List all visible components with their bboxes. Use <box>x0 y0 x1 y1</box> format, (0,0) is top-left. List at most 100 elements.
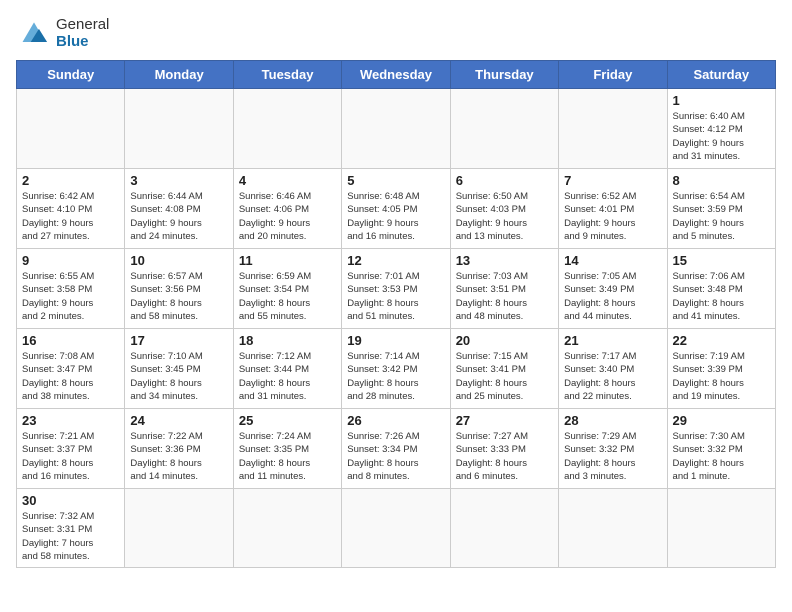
day-number: 11 <box>239 253 336 268</box>
calendar-cell <box>233 89 341 169</box>
calendar-cell <box>125 89 233 169</box>
day-number: 10 <box>130 253 227 268</box>
calendar-cell <box>667 489 775 568</box>
day-info: Sunrise: 6:57 AM Sunset: 3:56 PM Dayligh… <box>130 270 227 323</box>
logo: General Blue <box>16 16 109 50</box>
calendar-cell: 27 Sunrise: 7:27 AM Sunset: 3:33 PM Dayli… <box>450 409 558 489</box>
day-number: 9 <box>22 253 119 268</box>
day-info: Sunrise: 6:44 AM Sunset: 4:08 PM Dayligh… <box>130 190 227 243</box>
day-info: Sunrise: 6:59 AM Sunset: 3:54 PM Dayligh… <box>239 270 336 323</box>
calendar-cell <box>450 89 558 169</box>
day-number: 30 <box>22 493 119 508</box>
weekday-header-sunday: Sunday <box>17 61 125 89</box>
calendar-cell: 7Sunrise: 6:52 AM Sunset: 4:01 PM Daylig… <box>559 169 667 249</box>
day-number: 25 <box>239 413 336 428</box>
weekday-header-monday: Monday <box>125 61 233 89</box>
calendar-cell: 11 Sunrise: 6:59 AM Sunset: 3:54 PM Dayli… <box>233 249 341 329</box>
calendar-cell <box>559 489 667 568</box>
day-number: 28 <box>564 413 661 428</box>
day-info: Sunrise: 6:42 AM Sunset: 4:10 PM Dayligh… <box>22 190 119 243</box>
day-info: Sunrise: 7:17 AM Sunset: 3:40 PM Dayligh… <box>564 350 661 403</box>
day-number: 4 <box>239 173 336 188</box>
day-number: 13 <box>456 253 553 268</box>
calendar-cell: 24 Sunrise: 7:22 AM Sunset: 3:36 PM Dayli… <box>125 409 233 489</box>
day-number: 27 <box>456 413 553 428</box>
day-number: 16 <box>22 333 119 348</box>
calendar-cell: 13Sunrise: 7:03 AM Sunset: 3:51 PM Dayli… <box>450 249 558 329</box>
calendar-cell: 21 Sunrise: 7:17 AM Sunset: 3:40 PM Dayli… <box>559 329 667 409</box>
calendar-cell: 19 Sunrise: 7:14 AM Sunset: 3:42 PM Dayli… <box>342 329 450 409</box>
calendar-cell: 17 Sunrise: 7:10 AM Sunset: 3:45 PM Dayli… <box>125 329 233 409</box>
day-number: 26 <box>347 413 444 428</box>
day-info: Sunrise: 7:21 AM Sunset: 3:37 PM Dayligh… <box>22 430 119 483</box>
calendar-cell: 25 Sunrise: 7:24 AM Sunset: 3:35 PM Dayli… <box>233 409 341 489</box>
calendar-cell: 10 Sunrise: 6:57 AM Sunset: 3:56 PM Dayli… <box>125 249 233 329</box>
day-number: 1 <box>673 93 770 108</box>
day-number: 15 <box>673 253 770 268</box>
day-number: 17 <box>130 333 227 348</box>
calendar-week-row: 23 Sunrise: 7:21 AM Sunset: 3:37 PM Dayli… <box>17 409 776 489</box>
day-info: Sunrise: 7:19 AM Sunset: 3:39 PM Dayligh… <box>673 350 770 403</box>
day-info: Sunrise: 7:22 AM Sunset: 3:36 PM Dayligh… <box>130 430 227 483</box>
day-info: Sunrise: 6:52 AM Sunset: 4:01 PM Dayligh… <box>564 190 661 243</box>
calendar-week-row: 30 Sunrise: 7:32 AM Sunset: 3:31 PM Dayli… <box>17 489 776 568</box>
day-info: Sunrise: 7:30 AM Sunset: 3:32 PM Dayligh… <box>673 430 770 483</box>
day-info: Sunrise: 6:54 AM Sunset: 3:59 PM Dayligh… <box>673 190 770 243</box>
calendar-cell <box>450 489 558 568</box>
day-number: 3 <box>130 173 227 188</box>
calendar-cell <box>342 89 450 169</box>
day-info: Sunrise: 6:50 AM Sunset: 4:03 PM Dayligh… <box>456 190 553 243</box>
day-info: Sunrise: 7:27 AM Sunset: 3:33 PM Dayligh… <box>456 430 553 483</box>
day-number: 20 <box>456 333 553 348</box>
day-info: Sunrise: 7:32 AM Sunset: 3:31 PM Dayligh… <box>22 510 119 563</box>
weekday-header-thursday: Thursday <box>450 61 558 89</box>
day-info: Sunrise: 6:48 AM Sunset: 4:05 PM Dayligh… <box>347 190 444 243</box>
day-number: 23 <box>22 413 119 428</box>
calendar-cell <box>125 489 233 568</box>
day-info: Sunrise: 7:08 AM Sunset: 3:47 PM Dayligh… <box>22 350 119 403</box>
calendar-cell: 12 Sunrise: 7:01 AM Sunset: 3:53 PM Dayli… <box>342 249 450 329</box>
calendar-cell: 14Sunrise: 7:05 AM Sunset: 3:49 PM Dayli… <box>559 249 667 329</box>
calendar-cell <box>342 489 450 568</box>
calendar-cell: 15Sunrise: 7:06 AM Sunset: 3:48 PM Dayli… <box>667 249 775 329</box>
day-info: Sunrise: 7:24 AM Sunset: 3:35 PM Dayligh… <box>239 430 336 483</box>
calendar-cell: 6 Sunrise: 6:50 AM Sunset: 4:03 PM Daylig… <box>450 169 558 249</box>
calendar-cell: 22 Sunrise: 7:19 AM Sunset: 3:39 PM Dayli… <box>667 329 775 409</box>
day-number: 6 <box>456 173 553 188</box>
calendar-cell <box>17 89 125 169</box>
calendar-cell <box>233 489 341 568</box>
calendar-cell: 26 Sunrise: 7:26 AM Sunset: 3:34 PM Dayli… <box>342 409 450 489</box>
day-number: 22 <box>673 333 770 348</box>
calendar-week-row: 9Sunrise: 6:55 AM Sunset: 3:58 PM Daylig… <box>17 249 776 329</box>
logo-text: General Blue <box>56 16 109 50</box>
day-number: 21 <box>564 333 661 348</box>
calendar-cell: 20Sunrise: 7:15 AM Sunset: 3:41 PM Dayli… <box>450 329 558 409</box>
calendar-cell: 9Sunrise: 6:55 AM Sunset: 3:58 PM Daylig… <box>17 249 125 329</box>
page-header: General Blue <box>16 16 776 50</box>
calendar-cell <box>559 89 667 169</box>
calendar-cell: 4Sunrise: 6:46 AM Sunset: 4:06 PM Daylig… <box>233 169 341 249</box>
day-info: Sunrise: 7:01 AM Sunset: 3:53 PM Dayligh… <box>347 270 444 323</box>
day-info: Sunrise: 7:14 AM Sunset: 3:42 PM Dayligh… <box>347 350 444 403</box>
calendar-week-row: 16 Sunrise: 7:08 AM Sunset: 3:47 PM Dayli… <box>17 329 776 409</box>
day-number: 29 <box>673 413 770 428</box>
day-info: Sunrise: 7:05 AM Sunset: 3:49 PM Dayligh… <box>564 270 661 323</box>
calendar-cell: 2Sunrise: 6:42 AM Sunset: 4:10 PM Daylig… <box>17 169 125 249</box>
day-number: 19 <box>347 333 444 348</box>
day-info: Sunrise: 7:26 AM Sunset: 3:34 PM Dayligh… <box>347 430 444 483</box>
day-info: Sunrise: 7:10 AM Sunset: 3:45 PM Dayligh… <box>130 350 227 403</box>
day-number: 24 <box>130 413 227 428</box>
weekday-header-saturday: Saturday <box>667 61 775 89</box>
calendar-cell: 18Sunrise: 7:12 AM Sunset: 3:44 PM Dayli… <box>233 329 341 409</box>
calendar-cell: 1Sunrise: 6:40 AM Sunset: 4:12 PM Daylig… <box>667 89 775 169</box>
weekday-header-tuesday: Tuesday <box>233 61 341 89</box>
day-number: 12 <box>347 253 444 268</box>
calendar-cell: 23 Sunrise: 7:21 AM Sunset: 3:37 PM Dayli… <box>17 409 125 489</box>
calendar-table: SundayMondayTuesdayWednesdayThursdayFrid… <box>16 60 776 568</box>
weekday-header-row: SundayMondayTuesdayWednesdayThursdayFrid… <box>17 61 776 89</box>
generalblue-logo-icon <box>16 19 52 47</box>
calendar-cell: 16 Sunrise: 7:08 AM Sunset: 3:47 PM Dayli… <box>17 329 125 409</box>
calendar-cell: 8Sunrise: 6:54 AM Sunset: 3:59 PM Daylig… <box>667 169 775 249</box>
calendar-week-row: 2Sunrise: 6:42 AM Sunset: 4:10 PM Daylig… <box>17 169 776 249</box>
weekday-header-friday: Friday <box>559 61 667 89</box>
